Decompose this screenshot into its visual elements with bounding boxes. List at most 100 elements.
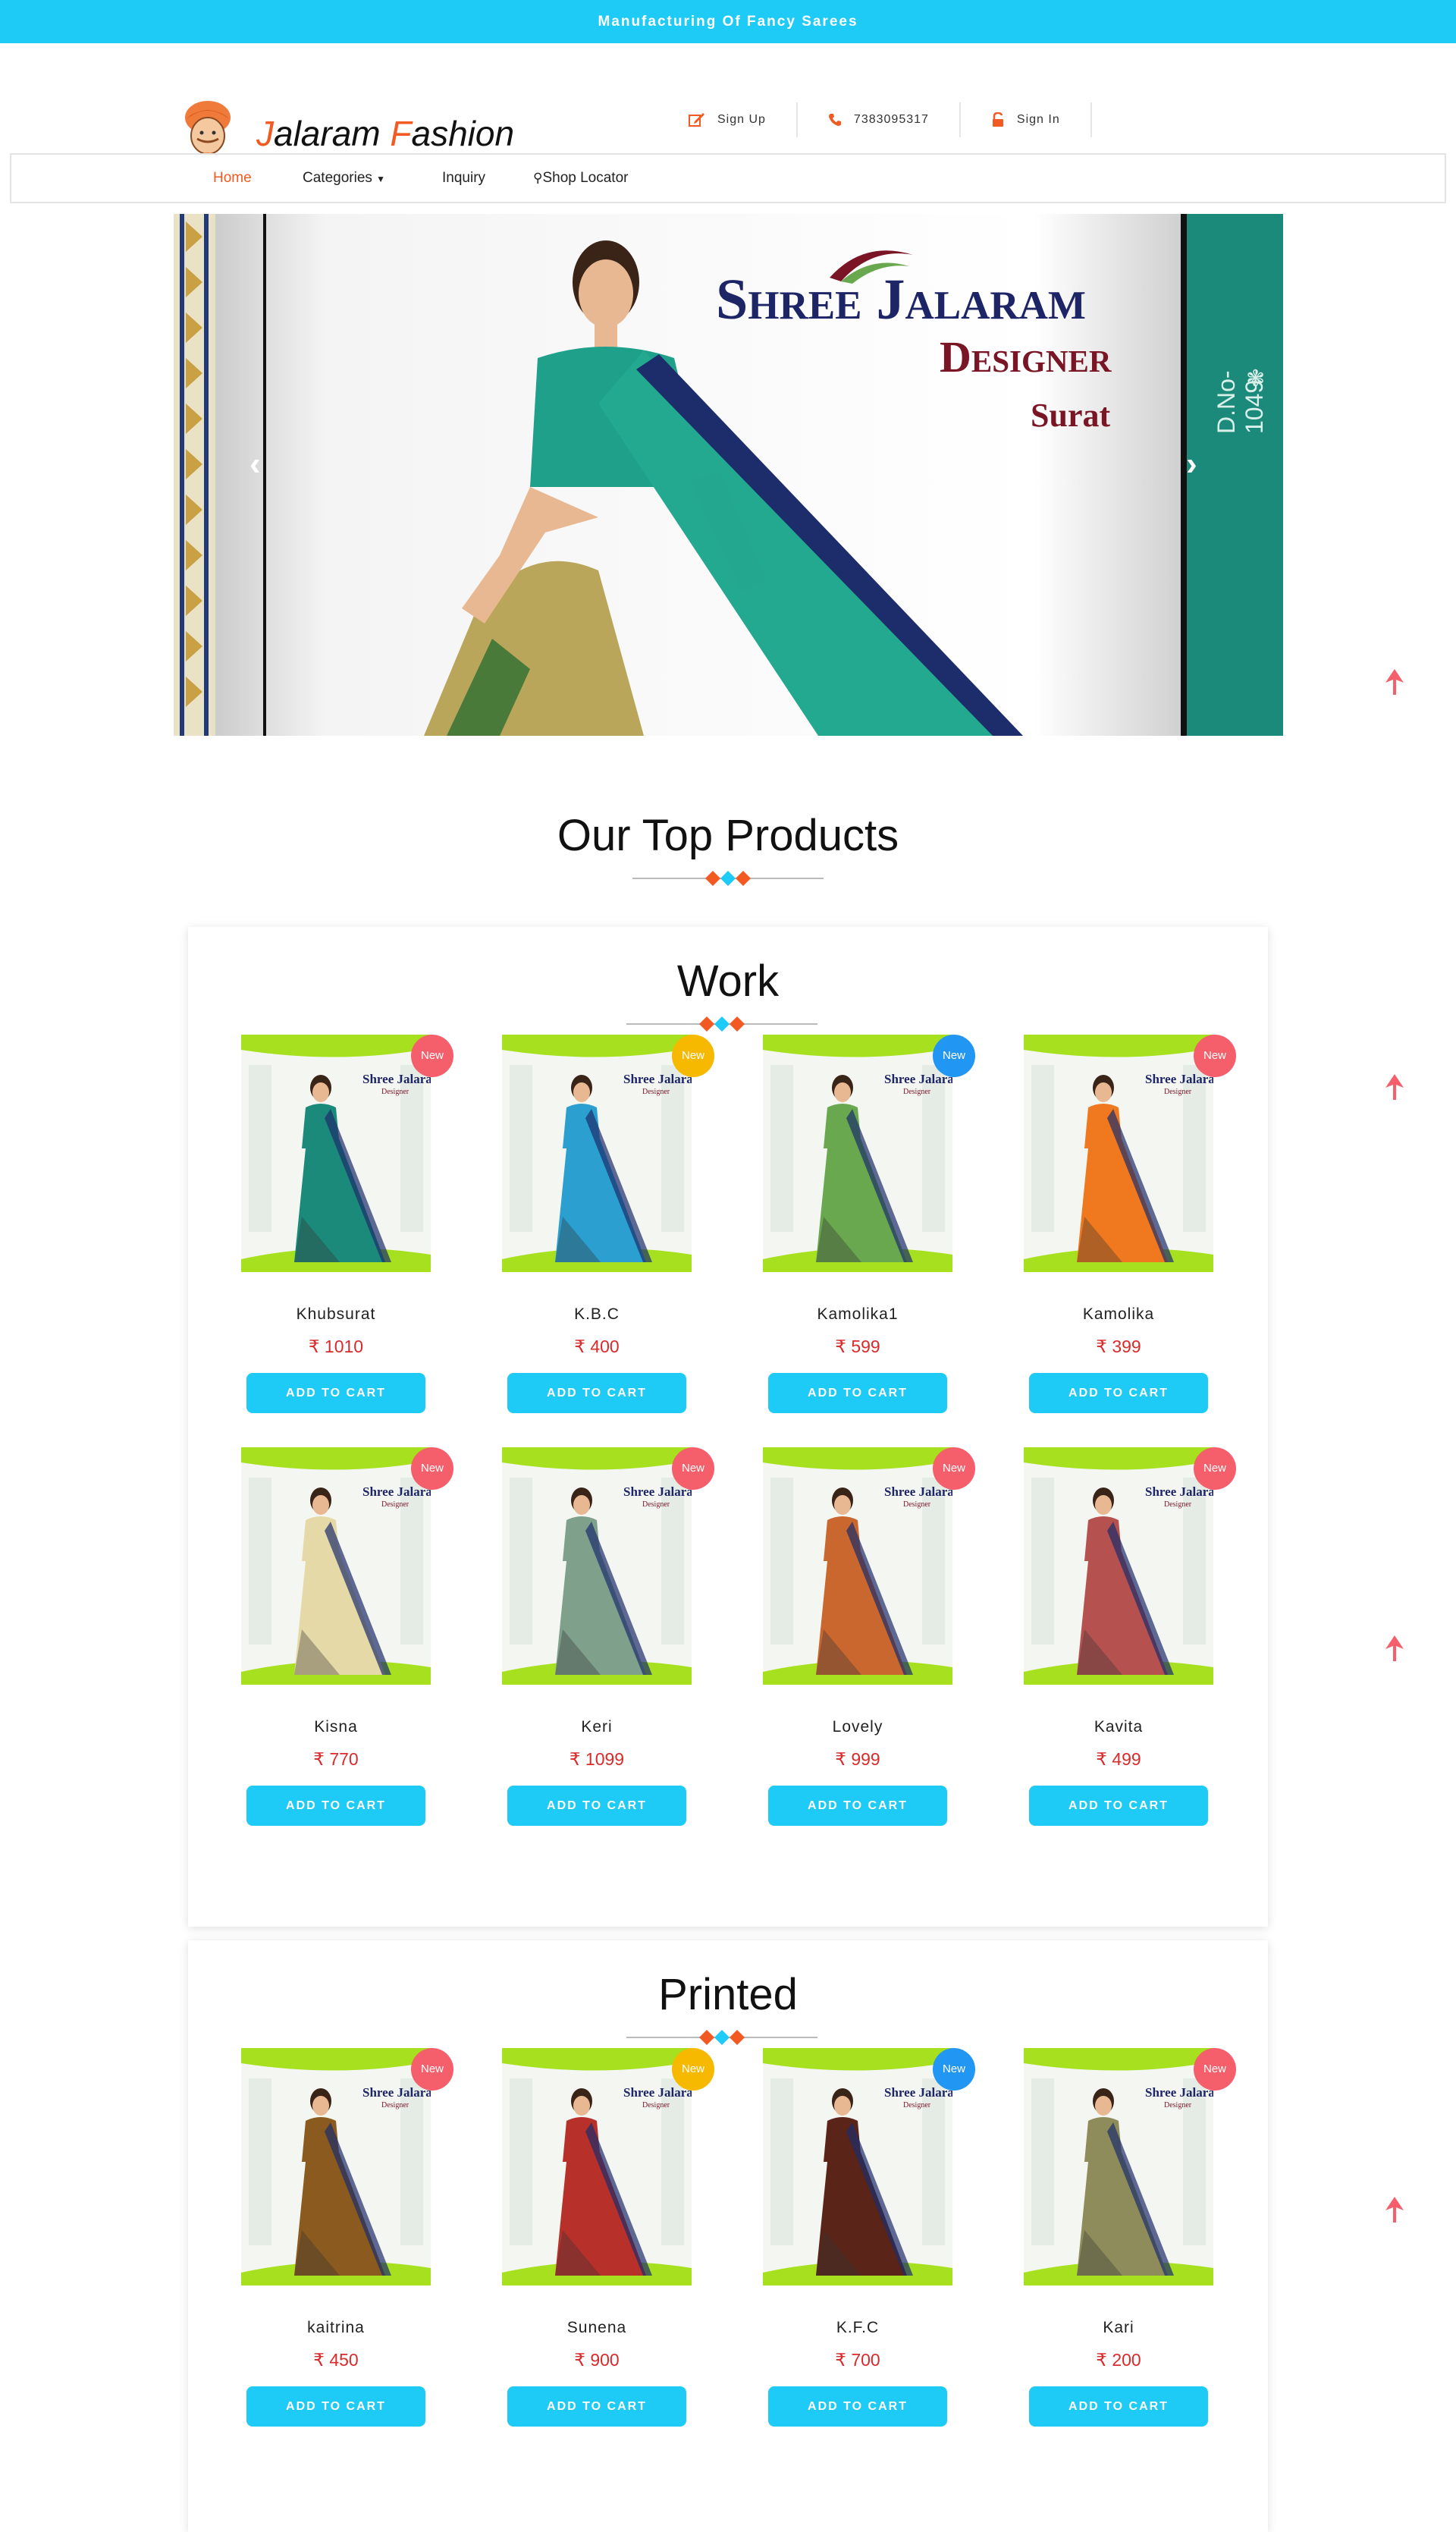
add-to-cart-button[interactable]: ADD TO CART <box>1029 2386 1208 2427</box>
product-image[interactable]: Shree JalaramDesigner <box>241 2048 431 2285</box>
price-amount: 1099 <box>585 1749 625 1769</box>
product-name[interactable]: K.B.C <box>502 1305 692 1324</box>
new-badge: New <box>672 1035 714 1077</box>
saree-illustration: Shree JalaramDesigner <box>763 1035 952 1272</box>
product-name[interactable]: Keri <box>502 1718 692 1736</box>
product-price: ₹ 1099 <box>502 1749 692 1770</box>
saree-illustration: Shree JalaramDesigner <box>502 1447 692 1685</box>
saree-illustration: Shree JalaramDesigner <box>502 1035 692 1272</box>
svg-text:Designer: Designer <box>1164 2101 1192 2109</box>
saree-illustration: Shree JalaramDesigner <box>763 1447 952 1685</box>
add-to-cart-button[interactable]: ADD TO CART <box>1029 1373 1208 1413</box>
price-amount: 499 <box>1112 1749 1141 1769</box>
currency-symbol: ₹ <box>569 1749 581 1769</box>
svg-text:Designer: Designer <box>642 1500 670 1509</box>
price-amount: 599 <box>851 1337 880 1356</box>
edit-icon <box>689 113 704 127</box>
carousel-prev-button[interactable]: ‹ <box>249 445 261 483</box>
price-amount: 700 <box>851 2350 880 2370</box>
product-image[interactable]: Shree JalaramDesigner <box>241 1035 431 1272</box>
product-name[interactable]: Lovely <box>763 1718 952 1736</box>
currency-symbol: ₹ <box>313 2350 325 2370</box>
currency-symbol: ₹ <box>835 1337 846 1356</box>
product-name[interactable]: Kavita <box>1024 1718 1213 1736</box>
product-name[interactable]: Kari <box>1024 2319 1213 2337</box>
currency-symbol: ₹ <box>313 1749 325 1769</box>
product-name[interactable]: Khubsurat <box>241 1305 431 1324</box>
product-name[interactable]: Sunena <box>502 2319 692 2337</box>
signup-link[interactable]: Sign Up <box>658 102 798 137</box>
product-image[interactable]: Shree JalaramDesigner <box>763 2048 952 2285</box>
new-badge: New <box>933 2048 975 2091</box>
saree-illustration: Shree JalaramDesigner <box>241 1035 431 1272</box>
scroll-up-icon[interactable] <box>1385 669 1404 695</box>
signup-label: Sign Up <box>717 113 766 126</box>
add-to-cart-button[interactable]: ADD TO CART <box>246 2386 425 2427</box>
product-name[interactable]: kaitrina <box>241 2319 431 2337</box>
svg-text:Designer: Designer <box>903 1500 931 1509</box>
map-marker-icon: ⚲ <box>533 171 543 185</box>
svg-text:Designer: Designer <box>642 1088 670 1096</box>
header-links: Sign Up 7383095317 Sign In <box>658 102 1092 137</box>
product-name[interactable]: Kamolika1 <box>763 1305 952 1324</box>
product-image[interactable]: Shree JalaramDesigner <box>1024 1447 1213 1685</box>
svg-text:Designer: Designer <box>1164 1500 1192 1509</box>
new-badge: New <box>411 2048 453 2091</box>
add-to-cart-button[interactable]: ADD TO CART <box>768 2386 947 2427</box>
product-price: ₹ 399 <box>1024 1337 1213 1357</box>
saree-illustration: Shree JalaramDesigner <box>241 1447 431 1685</box>
product-name[interactable]: Kamolika <box>1024 1305 1213 1324</box>
section-divider <box>626 2030 817 2045</box>
svg-text:Designer: Designer <box>1164 1088 1192 1096</box>
add-to-cart-button[interactable]: ADD TO CART <box>1029 1786 1208 1826</box>
nav-categories[interactable]: Categories ▼ <box>303 155 385 202</box>
price-amount: 900 <box>590 2350 620 2370</box>
svg-text:Designer: Designer <box>903 1088 931 1096</box>
add-to-cart-button[interactable]: ADD TO CART <box>768 1786 947 1826</box>
phone-link[interactable]: 7383095317 <box>798 102 961 137</box>
product-price: ₹ 499 <box>1024 1749 1213 1770</box>
banner-brand-line2: Designer <box>940 332 1112 382</box>
scroll-up-icon[interactable] <box>1385 1074 1404 1100</box>
product-image[interactable]: Shree JalaramDesigner <box>1024 1035 1213 1272</box>
svg-text:Designer: Designer <box>381 1500 410 1509</box>
product-image[interactable]: Shree JalaramDesigner <box>763 1035 952 1272</box>
nav-shop-locator[interactable]: ⚲Shop Locator <box>533 155 628 202</box>
add-to-cart-button[interactable]: ADD TO CART <box>507 1786 686 1826</box>
product-price: ₹ 599 <box>763 1337 952 1357</box>
new-badge: New <box>933 1035 975 1077</box>
currency-symbol: ₹ <box>1096 1337 1107 1356</box>
new-badge: New <box>933 1447 975 1490</box>
product-name[interactable]: Kisna <box>241 1718 431 1736</box>
site-logo-text[interactable]: Jalaram Fashion <box>256 113 514 154</box>
main-nav: Home Categories ▼ Inquiry ⚲Shop Locator <box>10 153 1446 203</box>
add-to-cart-button[interactable]: ADD TO CART <box>246 1786 425 1826</box>
product-name[interactable]: K.F.C <box>763 2319 952 2337</box>
product-image[interactable]: Shree JalaramDesigner <box>1024 2048 1213 2285</box>
product-image[interactable]: Shree JalaramDesigner <box>502 1035 692 1272</box>
carousel-next-button[interactable]: › <box>1186 445 1197 483</box>
product-image[interactable]: Shree JalaramDesigner <box>763 1447 952 1685</box>
topbar-announcement: Manufacturing Of Fancy Sarees <box>0 0 1456 43</box>
product-image[interactable]: Shree JalaramDesigner <box>502 1447 692 1685</box>
price-amount: 1010 <box>324 1337 364 1356</box>
add-to-cart-button[interactable]: ADD TO CART <box>246 1373 425 1413</box>
price-amount: 450 <box>329 2350 359 2370</box>
scroll-up-icon[interactable] <box>1385 1635 1404 1661</box>
product-image[interactable]: Shree JalaramDesigner <box>241 1447 431 1685</box>
nav-home[interactable]: Home <box>213 155 252 202</box>
section-title: Work <box>676 957 780 1006</box>
signin-link[interactable]: Sign In <box>961 102 1092 137</box>
saree-illustration: Shree JalaramDesigner <box>1024 1447 1213 1685</box>
nav-inquiry[interactable]: Inquiry <box>442 155 485 202</box>
scroll-up-icon[interactable] <box>1385 2197 1404 2223</box>
add-to-cart-button[interactable]: ADD TO CART <box>507 2386 686 2427</box>
product-image[interactable]: Shree JalaramDesigner <box>502 2048 692 2285</box>
add-to-cart-button[interactable]: ADD TO CART <box>507 1373 686 1413</box>
hero-carousel[interactable]: Shree Jalaram Designer Surat D.No-1049 ❃… <box>174 214 1283 736</box>
heading-divider <box>632 871 824 886</box>
add-to-cart-button[interactable]: ADD TO CART <box>768 1373 947 1413</box>
phone-icon <box>828 114 841 126</box>
section-title: Printed <box>658 1970 798 2019</box>
product-price: ₹ 999 <box>763 1749 952 1770</box>
